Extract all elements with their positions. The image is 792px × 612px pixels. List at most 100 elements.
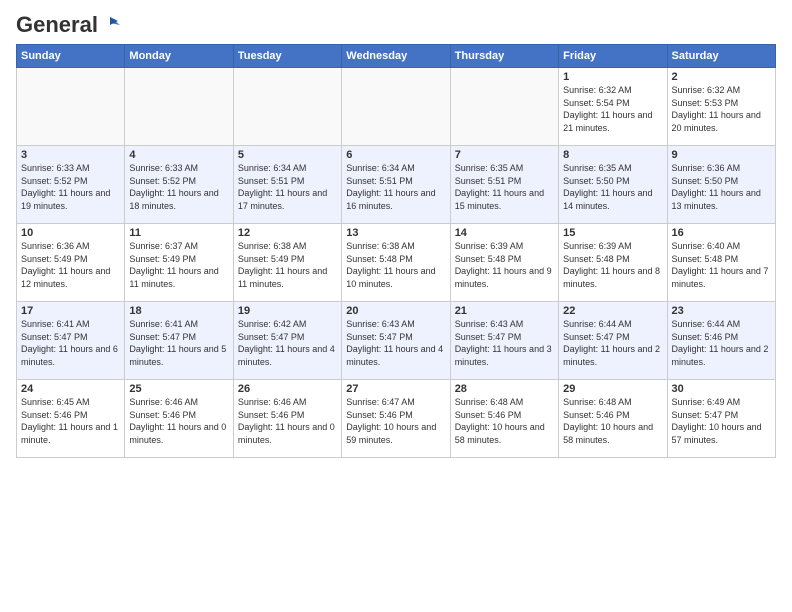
calendar-cell: 5Sunrise: 6:34 AM Sunset: 5:51 PM Daylig… bbox=[233, 146, 341, 224]
calendar-cell: 16Sunrise: 6:40 AM Sunset: 5:48 PM Dayli… bbox=[667, 224, 775, 302]
day-number: 23 bbox=[672, 305, 771, 317]
calendar-cell bbox=[450, 68, 558, 146]
logo: General bbox=[16, 12, 120, 34]
weekday-header-saturday: Saturday bbox=[667, 45, 775, 68]
day-number: 6 bbox=[346, 149, 445, 161]
calendar-cell: 2Sunrise: 6:32 AM Sunset: 5:53 PM Daylig… bbox=[667, 68, 775, 146]
day-number: 10 bbox=[21, 227, 120, 239]
calendar-header: General bbox=[16, 12, 776, 34]
calendar-container: General SundayMondayTuesdayWednesdayThur… bbox=[0, 0, 792, 466]
day-info: Sunrise: 6:36 AM Sunset: 5:49 PM Dayligh… bbox=[21, 240, 120, 290]
calendar-cell bbox=[342, 68, 450, 146]
day-number: 14 bbox=[455, 227, 554, 239]
day-info: Sunrise: 6:35 AM Sunset: 5:50 PM Dayligh… bbox=[563, 162, 662, 212]
weekday-header-sunday: Sunday bbox=[17, 45, 125, 68]
day-info: Sunrise: 6:46 AM Sunset: 5:46 PM Dayligh… bbox=[129, 396, 228, 446]
day-info: Sunrise: 6:35 AM Sunset: 5:51 PM Dayligh… bbox=[455, 162, 554, 212]
day-number: 5 bbox=[238, 149, 337, 161]
calendar-cell: 29Sunrise: 6:48 AM Sunset: 5:46 PM Dayli… bbox=[559, 380, 667, 458]
day-info: Sunrise: 6:47 AM Sunset: 5:46 PM Dayligh… bbox=[346, 396, 445, 446]
day-number: 20 bbox=[346, 305, 445, 317]
day-info: Sunrise: 6:34 AM Sunset: 5:51 PM Dayligh… bbox=[346, 162, 445, 212]
day-info: Sunrise: 6:32 AM Sunset: 5:53 PM Dayligh… bbox=[672, 84, 771, 134]
weekday-header-row: SundayMondayTuesdayWednesdayThursdayFrid… bbox=[17, 45, 776, 68]
day-info: Sunrise: 6:36 AM Sunset: 5:50 PM Dayligh… bbox=[672, 162, 771, 212]
calendar-cell: 1Sunrise: 6:32 AM Sunset: 5:54 PM Daylig… bbox=[559, 68, 667, 146]
day-info: Sunrise: 6:45 AM Sunset: 5:46 PM Dayligh… bbox=[21, 396, 120, 446]
calendar-cell: 22Sunrise: 6:44 AM Sunset: 5:47 PM Dayli… bbox=[559, 302, 667, 380]
day-number: 22 bbox=[563, 305, 662, 317]
day-number: 8 bbox=[563, 149, 662, 161]
day-number: 24 bbox=[21, 383, 120, 395]
day-number: 18 bbox=[129, 305, 228, 317]
calendar-cell: 25Sunrise: 6:46 AM Sunset: 5:46 PM Dayli… bbox=[125, 380, 233, 458]
calendar-cell: 8Sunrise: 6:35 AM Sunset: 5:50 PM Daylig… bbox=[559, 146, 667, 224]
day-number: 1 bbox=[563, 71, 662, 83]
day-info: Sunrise: 6:46 AM Sunset: 5:46 PM Dayligh… bbox=[238, 396, 337, 446]
calendar-cell: 24Sunrise: 6:45 AM Sunset: 5:46 PM Dayli… bbox=[17, 380, 125, 458]
day-info: Sunrise: 6:48 AM Sunset: 5:46 PM Dayligh… bbox=[563, 396, 662, 446]
weekday-header-tuesday: Tuesday bbox=[233, 45, 341, 68]
day-number: 29 bbox=[563, 383, 662, 395]
weekday-header-wednesday: Wednesday bbox=[342, 45, 450, 68]
day-info: Sunrise: 6:39 AM Sunset: 5:48 PM Dayligh… bbox=[455, 240, 554, 290]
calendar-week-row: 3Sunrise: 6:33 AM Sunset: 5:52 PM Daylig… bbox=[17, 146, 776, 224]
calendar-cell: 3Sunrise: 6:33 AM Sunset: 5:52 PM Daylig… bbox=[17, 146, 125, 224]
day-number: 15 bbox=[563, 227, 662, 239]
day-number: 12 bbox=[238, 227, 337, 239]
day-info: Sunrise: 6:42 AM Sunset: 5:47 PM Dayligh… bbox=[238, 318, 337, 368]
calendar-cell: 13Sunrise: 6:38 AM Sunset: 5:48 PM Dayli… bbox=[342, 224, 450, 302]
day-info: Sunrise: 6:32 AM Sunset: 5:54 PM Dayligh… bbox=[563, 84, 662, 134]
day-info: Sunrise: 6:40 AM Sunset: 5:48 PM Dayligh… bbox=[672, 240, 771, 290]
weekday-header-friday: Friday bbox=[559, 45, 667, 68]
day-info: Sunrise: 6:37 AM Sunset: 5:49 PM Dayligh… bbox=[129, 240, 228, 290]
logo-bird-icon bbox=[100, 15, 120, 35]
day-number: 30 bbox=[672, 383, 771, 395]
calendar-cell: 18Sunrise: 6:41 AM Sunset: 5:47 PM Dayli… bbox=[125, 302, 233, 380]
weekday-header-thursday: Thursday bbox=[450, 45, 558, 68]
calendar-week-row: 17 Sunrise: 6:41 AM Sunset: 5:47 PM Dayli… bbox=[17, 302, 776, 380]
day-number: 19 bbox=[238, 305, 337, 317]
calendar-cell: 19Sunrise: 6:42 AM Sunset: 5:47 PM Dayli… bbox=[233, 302, 341, 380]
day-info: Sunrise: 6:43 AM Sunset: 5:47 PM Dayligh… bbox=[346, 318, 445, 368]
calendar-cell bbox=[125, 68, 233, 146]
calendar-cell: 17Sunrise: 6:41 AM Sunset: 5:47 PM Dayli… bbox=[17, 302, 125, 380]
calendar-week-row: 10Sunrise: 6:36 AM Sunset: 5:49 PM Dayli… bbox=[17, 224, 776, 302]
calendar-cell: 20Sunrise: 6:43 AM Sunset: 5:47 PM Dayli… bbox=[342, 302, 450, 380]
day-number: 9 bbox=[672, 149, 771, 161]
day-number: 3 bbox=[21, 149, 120, 161]
logo-general: General bbox=[16, 12, 98, 38]
day-number: 4 bbox=[129, 149, 228, 161]
calendar-table: SundayMondayTuesdayWednesdayThursdayFrid… bbox=[16, 44, 776, 458]
day-number: 7 bbox=[455, 149, 554, 161]
day-info: Sunrise: 6:43 AM Sunset: 5:47 PM Dayligh… bbox=[455, 318, 554, 368]
day-number: 25 bbox=[129, 383, 228, 395]
calendar-cell: 9Sunrise: 6:36 AM Sunset: 5:50 PM Daylig… bbox=[667, 146, 775, 224]
calendar-cell: 7Sunrise: 6:35 AM Sunset: 5:51 PM Daylig… bbox=[450, 146, 558, 224]
calendar-cell: 21Sunrise: 6:43 AM Sunset: 5:47 PM Dayli… bbox=[450, 302, 558, 380]
calendar-cell bbox=[233, 68, 341, 146]
weekday-header-monday: Monday bbox=[125, 45, 233, 68]
day-number: 17 bbox=[21, 305, 120, 317]
day-number: 26 bbox=[238, 383, 337, 395]
calendar-cell: 27Sunrise: 6:47 AM Sunset: 5:46 PM Dayli… bbox=[342, 380, 450, 458]
day-number: 11 bbox=[129, 227, 228, 239]
calendar-cell: 30Sunrise: 6:49 AM Sunset: 5:47 PM Dayli… bbox=[667, 380, 775, 458]
calendar-cell: 14Sunrise: 6:39 AM Sunset: 5:48 PM Dayli… bbox=[450, 224, 558, 302]
calendar-cell bbox=[17, 68, 125, 146]
calendar-cell: 11Sunrise: 6:37 AM Sunset: 5:49 PM Dayli… bbox=[125, 224, 233, 302]
calendar-cell: 12Sunrise: 6:38 AM Sunset: 5:49 PM Dayli… bbox=[233, 224, 341, 302]
calendar-cell: 28Sunrise: 6:48 AM Sunset: 5:46 PM Dayli… bbox=[450, 380, 558, 458]
day-number: 28 bbox=[455, 383, 554, 395]
day-info: Sunrise: 6:33 AM Sunset: 5:52 PM Dayligh… bbox=[129, 162, 228, 212]
day-info: Sunrise: 6:44 AM Sunset: 5:47 PM Dayligh… bbox=[563, 318, 662, 368]
day-info: Sunrise: 6:48 AM Sunset: 5:46 PM Dayligh… bbox=[455, 396, 554, 446]
calendar-cell: 15Sunrise: 6:39 AM Sunset: 5:48 PM Dayli… bbox=[559, 224, 667, 302]
day-number: 27 bbox=[346, 383, 445, 395]
day-info: Sunrise: 6:41 AM Sunset: 5:47 PM Dayligh… bbox=[129, 318, 228, 368]
day-info: Sunrise: 6:44 AM Sunset: 5:46 PM Dayligh… bbox=[672, 318, 771, 368]
calendar-week-row: 1Sunrise: 6:32 AM Sunset: 5:54 PM Daylig… bbox=[17, 68, 776, 146]
day-info: Sunrise: 6:33 AM Sunset: 5:52 PM Dayligh… bbox=[21, 162, 120, 212]
day-number: 21 bbox=[455, 305, 554, 317]
day-number: 2 bbox=[672, 71, 771, 83]
